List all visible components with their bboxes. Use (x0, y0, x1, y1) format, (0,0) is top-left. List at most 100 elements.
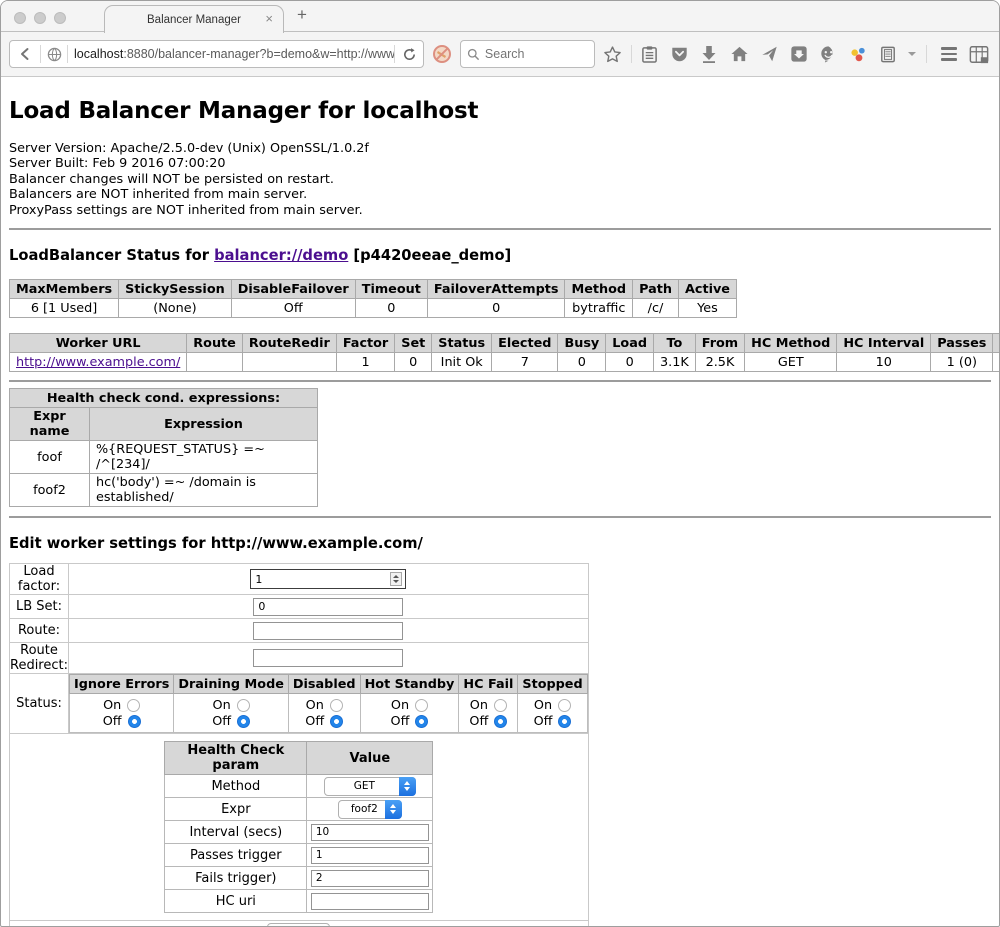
cell-passes: 1 (0) (931, 353, 993, 372)
col-active: Active (678, 280, 736, 299)
home-icon (730, 45, 749, 63)
col-to: To (654, 334, 696, 353)
radio-on-draining-mode[interactable] (237, 699, 250, 712)
chevron-down-icon[interactable] (908, 52, 916, 56)
col-from: From (695, 334, 744, 353)
radio-off-draining-mode[interactable] (237, 715, 250, 728)
new-tab-button[interactable]: + (297, 5, 307, 25)
cell-route (187, 353, 243, 372)
route-redirect-input[interactable] (253, 649, 403, 667)
balancer-status-heading: LoadBalancer Status for balancer://demo … (9, 247, 991, 264)
tab-groups-button[interactable] (967, 40, 991, 68)
lb-set-input[interactable] (253, 598, 403, 616)
radio-on-ignore-errors[interactable] (127, 699, 140, 712)
col-factor: Factor (336, 334, 394, 353)
worker-table: Worker URL Route RouteRedir Factor Set S… (9, 333, 1000, 372)
radio-group-hot-standby: On Off (360, 694, 459, 733)
radio-on-stopped[interactable] (558, 699, 571, 712)
radio-group-draining-mode: On Off (174, 694, 289, 733)
radio-off-label: Off (391, 714, 410, 729)
tab-close-icon[interactable]: × (265, 11, 273, 26)
feedback-button[interactable] (817, 40, 841, 68)
close-window-button[interactable] (14, 12, 26, 24)
zoom-window-button[interactable] (54, 12, 66, 24)
search-icon (467, 48, 480, 61)
radio-on-disabled[interactable] (330, 699, 343, 712)
adblock-disabled-button[interactable] (430, 40, 454, 68)
submit-button[interactable]: Submit (267, 923, 330, 927)
method-select[interactable]: GET (324, 777, 416, 796)
interval-input[interactable] (311, 824, 429, 841)
col-status: Status (432, 334, 492, 353)
search-bar[interactable] (460, 40, 595, 68)
cell-from: 2.5K (695, 353, 744, 372)
back-arrow-icon (17, 46, 33, 62)
cell-factor: 1 (336, 353, 394, 372)
cell-elected: 7 (492, 353, 558, 372)
route-input[interactable] (253, 622, 403, 640)
cell-routeredir (242, 353, 336, 372)
url-text[interactable]: localhost:8880/balancer-manager?b=demo&w… (68, 47, 394, 61)
radio-on-hot-standby[interactable] (415, 699, 428, 712)
radio-off-ignore-errors[interactable] (128, 715, 141, 728)
radio-on-label: On (470, 698, 488, 713)
menu-button[interactable] (937, 40, 961, 68)
divider (9, 228, 991, 230)
download-arrow-icon (701, 45, 717, 63)
url-bar[interactable]: localhost:8880/balancer-manager?b=demo&w… (9, 40, 424, 68)
number-stepper-icon[interactable] (390, 572, 402, 586)
hc-uri-input[interactable] (311, 893, 429, 910)
pocket-button[interactable] (668, 40, 692, 68)
cell-method: bytraffic (565, 299, 633, 318)
balancer-demo-link[interactable]: balancer://demo (214, 247, 348, 264)
send-tab-button[interactable] (757, 40, 781, 68)
browser-window: Balancer Manager × + localhost:8880/bala… (0, 0, 1000, 927)
site-identity-button[interactable] (41, 41, 67, 67)
radio-on-label: On (213, 698, 231, 713)
load-factor-input[interactable] (250, 569, 406, 589)
radio-off-hc-fail[interactable] (494, 715, 507, 728)
expr-select[interactable]: foof2 (338, 800, 402, 819)
radio-off-hot-standby[interactable] (415, 715, 428, 728)
globe-icon (47, 47, 62, 62)
fails-label: Fails trigger) (165, 867, 307, 890)
tab-balancer-manager[interactable]: Balancer Manager × (104, 5, 284, 33)
col-route: Route (187, 334, 243, 353)
search-input[interactable] (485, 47, 585, 61)
radio-off-label: Off (534, 714, 553, 729)
cell-timeout: 0 (355, 299, 427, 318)
col-failoverattempts: FailoverAttempts (427, 280, 565, 299)
cell-hc-interval: 10 (837, 353, 931, 372)
radio-off-label: Off (305, 714, 324, 729)
smiley-bubble-icon (819, 45, 838, 63)
bookmark-star-button[interactable] (601, 40, 625, 68)
col-hc-value: Value (307, 742, 433, 775)
pocket-icon (670, 45, 689, 63)
server-info: Server Version: Apache/2.5.0-dev (Unix) … (9, 141, 991, 218)
back-button[interactable] (10, 41, 40, 67)
reload-button[interactable] (395, 41, 423, 67)
status-label: Status: (10, 674, 69, 734)
minimize-window-button[interactable] (34, 12, 46, 24)
paper-plane-icon (760, 45, 779, 63)
bookmarks-menu-button[interactable] (638, 40, 662, 68)
session-manager-button[interactable] (877, 40, 901, 68)
star-icon (603, 45, 622, 64)
server-version: Server Version: Apache/2.5.0-dev (Unix) … (9, 141, 991, 156)
home-button[interactable] (727, 40, 751, 68)
cell-to: 3.1K (654, 353, 696, 372)
extension-dots-button[interactable] (847, 40, 871, 68)
table-row: 6 [1 Used] (None) Off 0 0 bytraffic /c/ … (10, 299, 737, 318)
downloads-button[interactable] (698, 40, 722, 68)
radio-off-label: Off (212, 714, 231, 729)
table-row: foof2 hc('body') =~ /domain is establish… (10, 474, 318, 507)
radio-off-disabled[interactable] (330, 715, 343, 728)
save-to-device-button[interactable] (787, 40, 811, 68)
passes-input[interactable] (311, 847, 429, 864)
col-expr-name: Expr name (10, 408, 90, 441)
radio-group-hc-fail: On Off (459, 694, 518, 733)
radio-off-stopped[interactable] (558, 715, 571, 728)
worker-url-link[interactable]: http://www.example.com/ (16, 355, 180, 370)
fails-input[interactable] (311, 870, 429, 887)
radio-on-hc-fail[interactable] (494, 699, 507, 712)
